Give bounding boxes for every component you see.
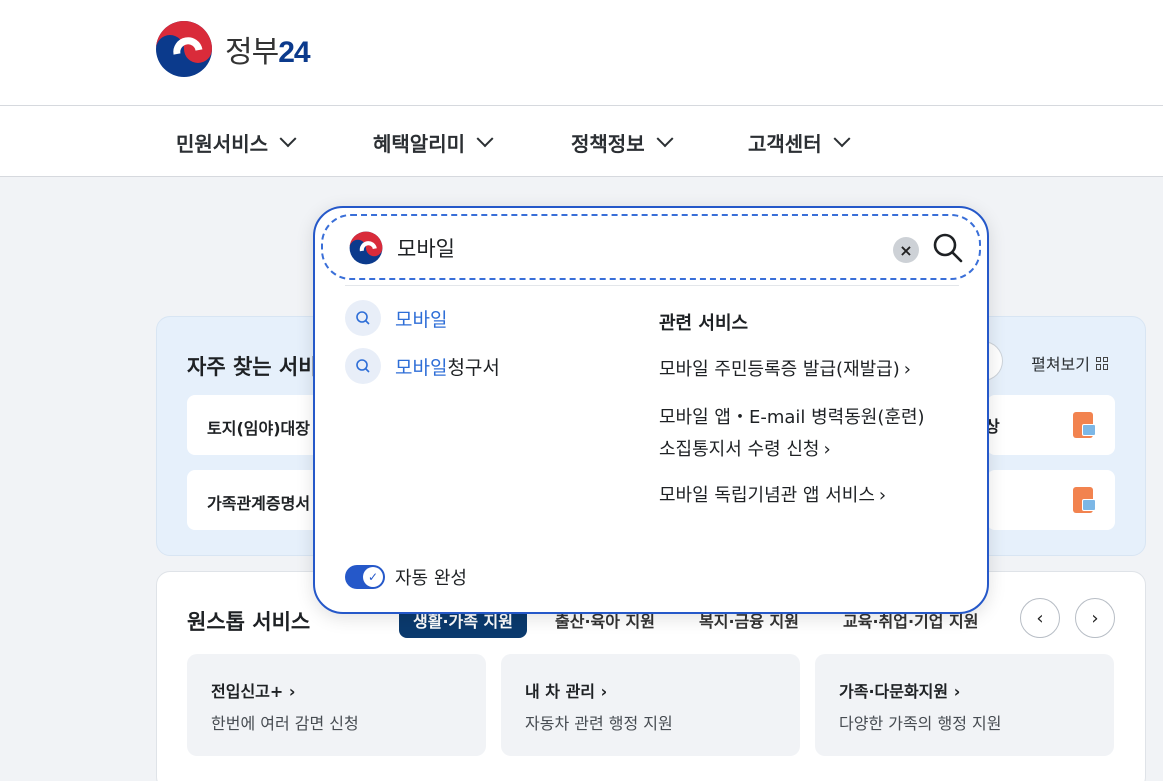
frequent-card[interactable] [987, 470, 1115, 530]
nav-item-benefit-alert[interactable]: 혜택알리미 [373, 128, 494, 157]
related-service-link[interactable]: 모바일 앱・E-mail 병력동원(훈련) 소집통지서 수령 신청 › [659, 402, 925, 466]
logo-text: 정부24 [225, 36, 311, 69]
site-header: 정부24 [0, 0, 1163, 106]
search-dropdown: × 모바일 모바일청구서 관련 서비스 모바일 주민등록증 발급(재발급)› 모… [313, 206, 989, 614]
pdf-icon [1073, 487, 1096, 513]
related-service-link[interactable]: 모바일 독립기념관 앱 서비스 › [659, 480, 886, 512]
nav-item-civil-service[interactable]: 민원서비스 [176, 128, 297, 157]
onestop-title: 원스톱 서비스 [187, 610, 311, 634]
search-icon[interactable] [931, 231, 965, 265]
suggestion-item[interactable]: 모바일 [345, 300, 447, 336]
nav-item-policy-info[interactable]: 정책정보 [571, 128, 674, 157]
next-button[interactable]: › [1075, 598, 1115, 638]
divider [345, 285, 959, 286]
chevron-down-icon [476, 129, 494, 147]
related-service-link[interactable]: 모바일 주민등록증 발급(재발급) › [659, 354, 911, 386]
search-input[interactable] [397, 230, 857, 266]
nav-item-customer-center[interactable]: 고객센터 [748, 128, 851, 157]
main-nav: 민원서비스 혜택알리미 정책정보 고객센터 [0, 106, 1163, 177]
prev-button[interactable]: ‹ [1020, 598, 1060, 638]
frequent-card[interactable]: 상 [985, 395, 1115, 455]
autocomplete-toggle-row: ✓ 자동 완성 [345, 564, 467, 590]
onestop-card-my-car[interactable]: 내 차 관리 › 자동차 관련 행정 지원 [501, 654, 800, 756]
search-icon [345, 348, 381, 384]
related-services-title: 관련 서비스 [659, 313, 749, 334]
clear-icon[interactable]: × [893, 237, 919, 263]
gov24-logo[interactable]: 정부24 [155, 20, 311, 78]
chevron-down-icon [833, 129, 851, 147]
grid-icon [1096, 356, 1109, 370]
onestop-card-move-in[interactable]: 전입신고+ › 한번에 여러 감면 신청 [187, 654, 486, 756]
autocomplete-label: 자동 완성 [395, 568, 467, 589]
chevron-down-icon [279, 129, 297, 147]
pdf-icon [1073, 412, 1096, 438]
taegeuk-icon [349, 231, 383, 265]
frequent-services-title: 자주 찾는 서비 [187, 355, 318, 379]
expand-button[interactable]: 펼쳐보기 [1031, 351, 1109, 375]
taegeuk-icon [156, 21, 212, 77]
check-icon: ✓ [363, 567, 383, 587]
chevron-down-icon [656, 129, 674, 147]
autocomplete-toggle[interactable]: ✓ [345, 565, 385, 589]
search-icon [345, 300, 381, 336]
search-bar: × [321, 214, 981, 280]
suggestion-item[interactable]: 모바일청구서 [345, 348, 500, 384]
onestop-card-family[interactable]: 가족·다문화지원 › 다양한 가족의 행정 지원 [815, 654, 1114, 756]
